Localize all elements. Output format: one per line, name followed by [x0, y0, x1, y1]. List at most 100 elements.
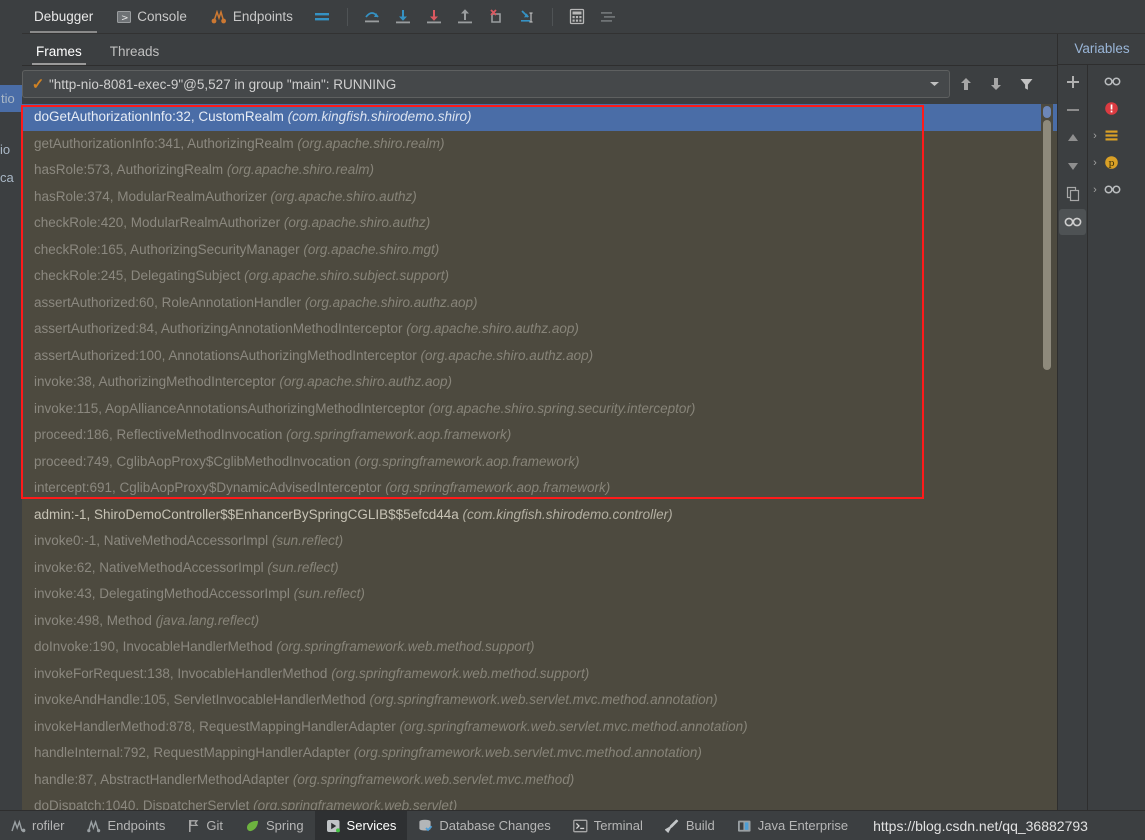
frame-row[interactable]: checkRole:245, DelegatingSubject (org.ap… [22, 263, 1057, 290]
frame-package: (org.springframework.web.servlet) [249, 798, 458, 810]
status-bar-item-database-changes[interactable]: Database Changes [407, 811, 561, 840]
force-step-into-button[interactable] [419, 4, 450, 30]
variables-tree[interactable]: >>››p› [1088, 65, 1145, 811]
variable-row[interactable]: › [1088, 122, 1145, 149]
status-bar-item-terminal[interactable]: Terminal [562, 811, 654, 840]
move-watch-up-button[interactable] [1059, 125, 1086, 151]
frame-row[interactable]: hasRole:573, AuthorizingRealm (org.apach… [22, 157, 1057, 184]
thread-selector-value: "http-nio-8081-exec-9"@5,527 in group "m… [49, 76, 397, 92]
status-bar-item-endpoints[interactable]: Endpoints [76, 811, 177, 840]
step-into-button[interactable] [388, 4, 419, 30]
frame-row[interactable]: doDispatch:1040, DispatcherServlet (org.… [22, 793, 1057, 810]
frame-package: (sun.reflect) [289, 586, 365, 601]
tab-console[interactable]: > Console [105, 0, 199, 33]
variable-row[interactable]: › p [1088, 149, 1145, 176]
watches-toggle-button[interactable] [1059, 209, 1086, 235]
frame-row[interactable]: hasRole:374, ModularRealmAuthorizer (org… [22, 184, 1057, 211]
variable-row[interactable]: > [1088, 68, 1145, 95]
chevron-down-icon[interactable] [923, 80, 945, 88]
status-bar: rofiler Endpoints Git Spring Services Databas… [0, 810, 1145, 840]
frame-row[interactable]: invokeForRequest:138, InvocableHandlerMe… [22, 661, 1057, 688]
frame-method: assertAuthorized:84, AuthorizingAnnotati… [34, 321, 403, 336]
run-to-cursor-button[interactable] [512, 4, 543, 30]
exception-icon [1104, 101, 1119, 116]
svg-text:p: p [1108, 158, 1114, 169]
frame-row[interactable]: invoke0:-1, NativeMethodAccessorImpl (su… [22, 528, 1057, 555]
frame-package: (org.apache.shiro.realm) [223, 162, 374, 177]
chevron-right-icon[interactable]: › [1089, 184, 1101, 196]
frames-list[interactable]: doGetAuthorizationInfo:32, CustomRealm (… [22, 104, 1057, 810]
subtab-frames[interactable]: Frames [22, 40, 96, 65]
status-bar-item-label: Git [206, 818, 223, 833]
toolbar-divider-1 [346, 7, 348, 26]
parameter-icon: p [1104, 155, 1119, 170]
status-bar-item-services[interactable]: Services [314, 811, 408, 840]
frame-row[interactable]: assertAuthorized:100, AnnotationsAuthori… [22, 343, 1057, 370]
tab-console-label: Console [137, 9, 187, 24]
frame-row[interactable]: intercept:691, CglibAopProxy$DynamicAdvi… [22, 475, 1057, 502]
frame-method: checkRole:420, ModularRealmAuthorizer [34, 215, 281, 230]
status-bar-item-build[interactable]: Build [654, 811, 726, 840]
frame-row[interactable]: invokeHandlerMethod:878, RequestMappingH… [22, 714, 1057, 741]
chevron-right-icon[interactable]: › [1089, 130, 1101, 142]
watch-glasses-icon [1104, 76, 1121, 87]
frame-row[interactable]: doInvoke:190, InvocableHandlerMethod (or… [22, 634, 1057, 661]
step-out-button[interactable] [450, 4, 481, 30]
status-bar-item-spring[interactable]: Spring [234, 811, 315, 840]
frame-row[interactable]: assertAuthorized:84, AuthorizingAnnotati… [22, 316, 1057, 343]
frame-row[interactable]: checkRole:165, AuthorizingSecurityManage… [22, 237, 1057, 264]
frame-row[interactable]: invoke:115, AopAllianceAnnotationsAuthor… [22, 396, 1057, 423]
subtab-threads-label: Threads [109, 44, 160, 59]
settings-button[interactable] [593, 4, 624, 30]
remove-watch-button[interactable] [1059, 97, 1086, 123]
check-icon: ✓ [31, 76, 45, 93]
frame-row[interactable]: invoke:498, Method (java.lang.reflect) [22, 608, 1057, 635]
frame-package: (org.springframework.web.servlet.mvc.met… [349, 745, 702, 760]
drop-frame-button[interactable] [481, 4, 512, 30]
frame-row[interactable]: proceed:186, ReflectiveMethodInvocation … [22, 422, 1057, 449]
status-bar-item-rofiler[interactable]: rofiler [0, 811, 76, 840]
frames-scrollbar[interactable] [1041, 104, 1053, 810]
step-over-button[interactable] [357, 4, 388, 30]
frame-package: (org.springframework.web.servlet.mvc.met… [289, 771, 575, 787]
move-watch-down-button[interactable] [1059, 153, 1086, 179]
frame-method: handle:87, AbstractHandlerMethodAdapter [34, 771, 290, 787]
frame-row[interactable]: handleInternal:792, RequestMappingHandle… [22, 740, 1057, 767]
frame-row[interactable]: doGetAuthorizationInfo:32, CustomRealm (… [22, 104, 1057, 131]
frame-row[interactable]: invoke:43, DelegatingMethodAccessorImpl … [22, 581, 1057, 608]
frame-row[interactable]: invoke:62, NativeMethodAccessorImpl (sun… [22, 555, 1057, 582]
frame-row[interactable]: checkRole:420, ModularRealmAuthorizer (o… [22, 210, 1057, 237]
frame-row[interactable]: admin:-1, ShiroDemoController$$EnhancerB… [22, 502, 1057, 529]
status-bar-item-git[interactable]: Git [176, 811, 234, 840]
variables-toolbar [1058, 65, 1088, 811]
frame-row[interactable]: invokeAndHandle:105, ServletInvocableHan… [22, 687, 1057, 714]
status-bar-item-java-enterprise[interactable]: Java Enterprise [726, 811, 859, 840]
chevron-right-icon[interactable]: › [1089, 157, 1101, 169]
move-up-button[interactable] [952, 71, 980, 97]
variables-panel: Variables › › p › [1057, 34, 1145, 811]
tab-endpoints[interactable]: Endpoints [199, 0, 305, 33]
show-execution-point-button[interactable] [307, 4, 338, 30]
status-bar-item-label: Spring [265, 818, 304, 833]
copy-value-button[interactable] [1059, 181, 1086, 207]
thread-selector[interactable]: ✓ "http-nio-8081-exec-9"@5,527 in group … [22, 70, 950, 98]
frame-row[interactable]: getAuthorizationInfo:341, AuthorizingRea… [22, 131, 1057, 158]
frames-scrollbar-thumb[interactable] [1043, 120, 1051, 370]
frame-method: invoke:62, NativeMethodAccessorImpl [34, 559, 264, 575]
frame-row[interactable]: proceed:749, CglibAopProxy$CglibMethodIn… [22, 449, 1057, 476]
status-bar-item-label: Terminal [593, 818, 643, 833]
tab-debugger[interactable]: Debugger [22, 0, 105, 33]
variable-row[interactable]: > [1088, 95, 1145, 122]
frame-package: (org.apache.shiro.authz) [266, 188, 417, 204]
filter-button[interactable] [1012, 71, 1040, 97]
frame-row[interactable]: invoke:38, AuthorizingMethodInterceptor … [22, 369, 1057, 396]
move-down-button[interactable] [982, 71, 1010, 97]
subtab-threads[interactable]: Threads [96, 40, 174, 65]
variable-row[interactable]: › [1088, 176, 1145, 203]
frame-row[interactable]: assertAuthorized:60, RoleAnnotationHandl… [22, 290, 1057, 317]
tab-debugger-label: Debugger [34, 9, 94, 24]
evaluate-expression-button[interactable] [562, 4, 593, 30]
frame-package: (org.apache.shiro.authz.aop) [275, 374, 453, 389]
frame-row[interactable]: handle:87, AbstractHandlerMethodAdapter … [22, 767, 1057, 794]
add-watch-button[interactable] [1059, 69, 1086, 95]
